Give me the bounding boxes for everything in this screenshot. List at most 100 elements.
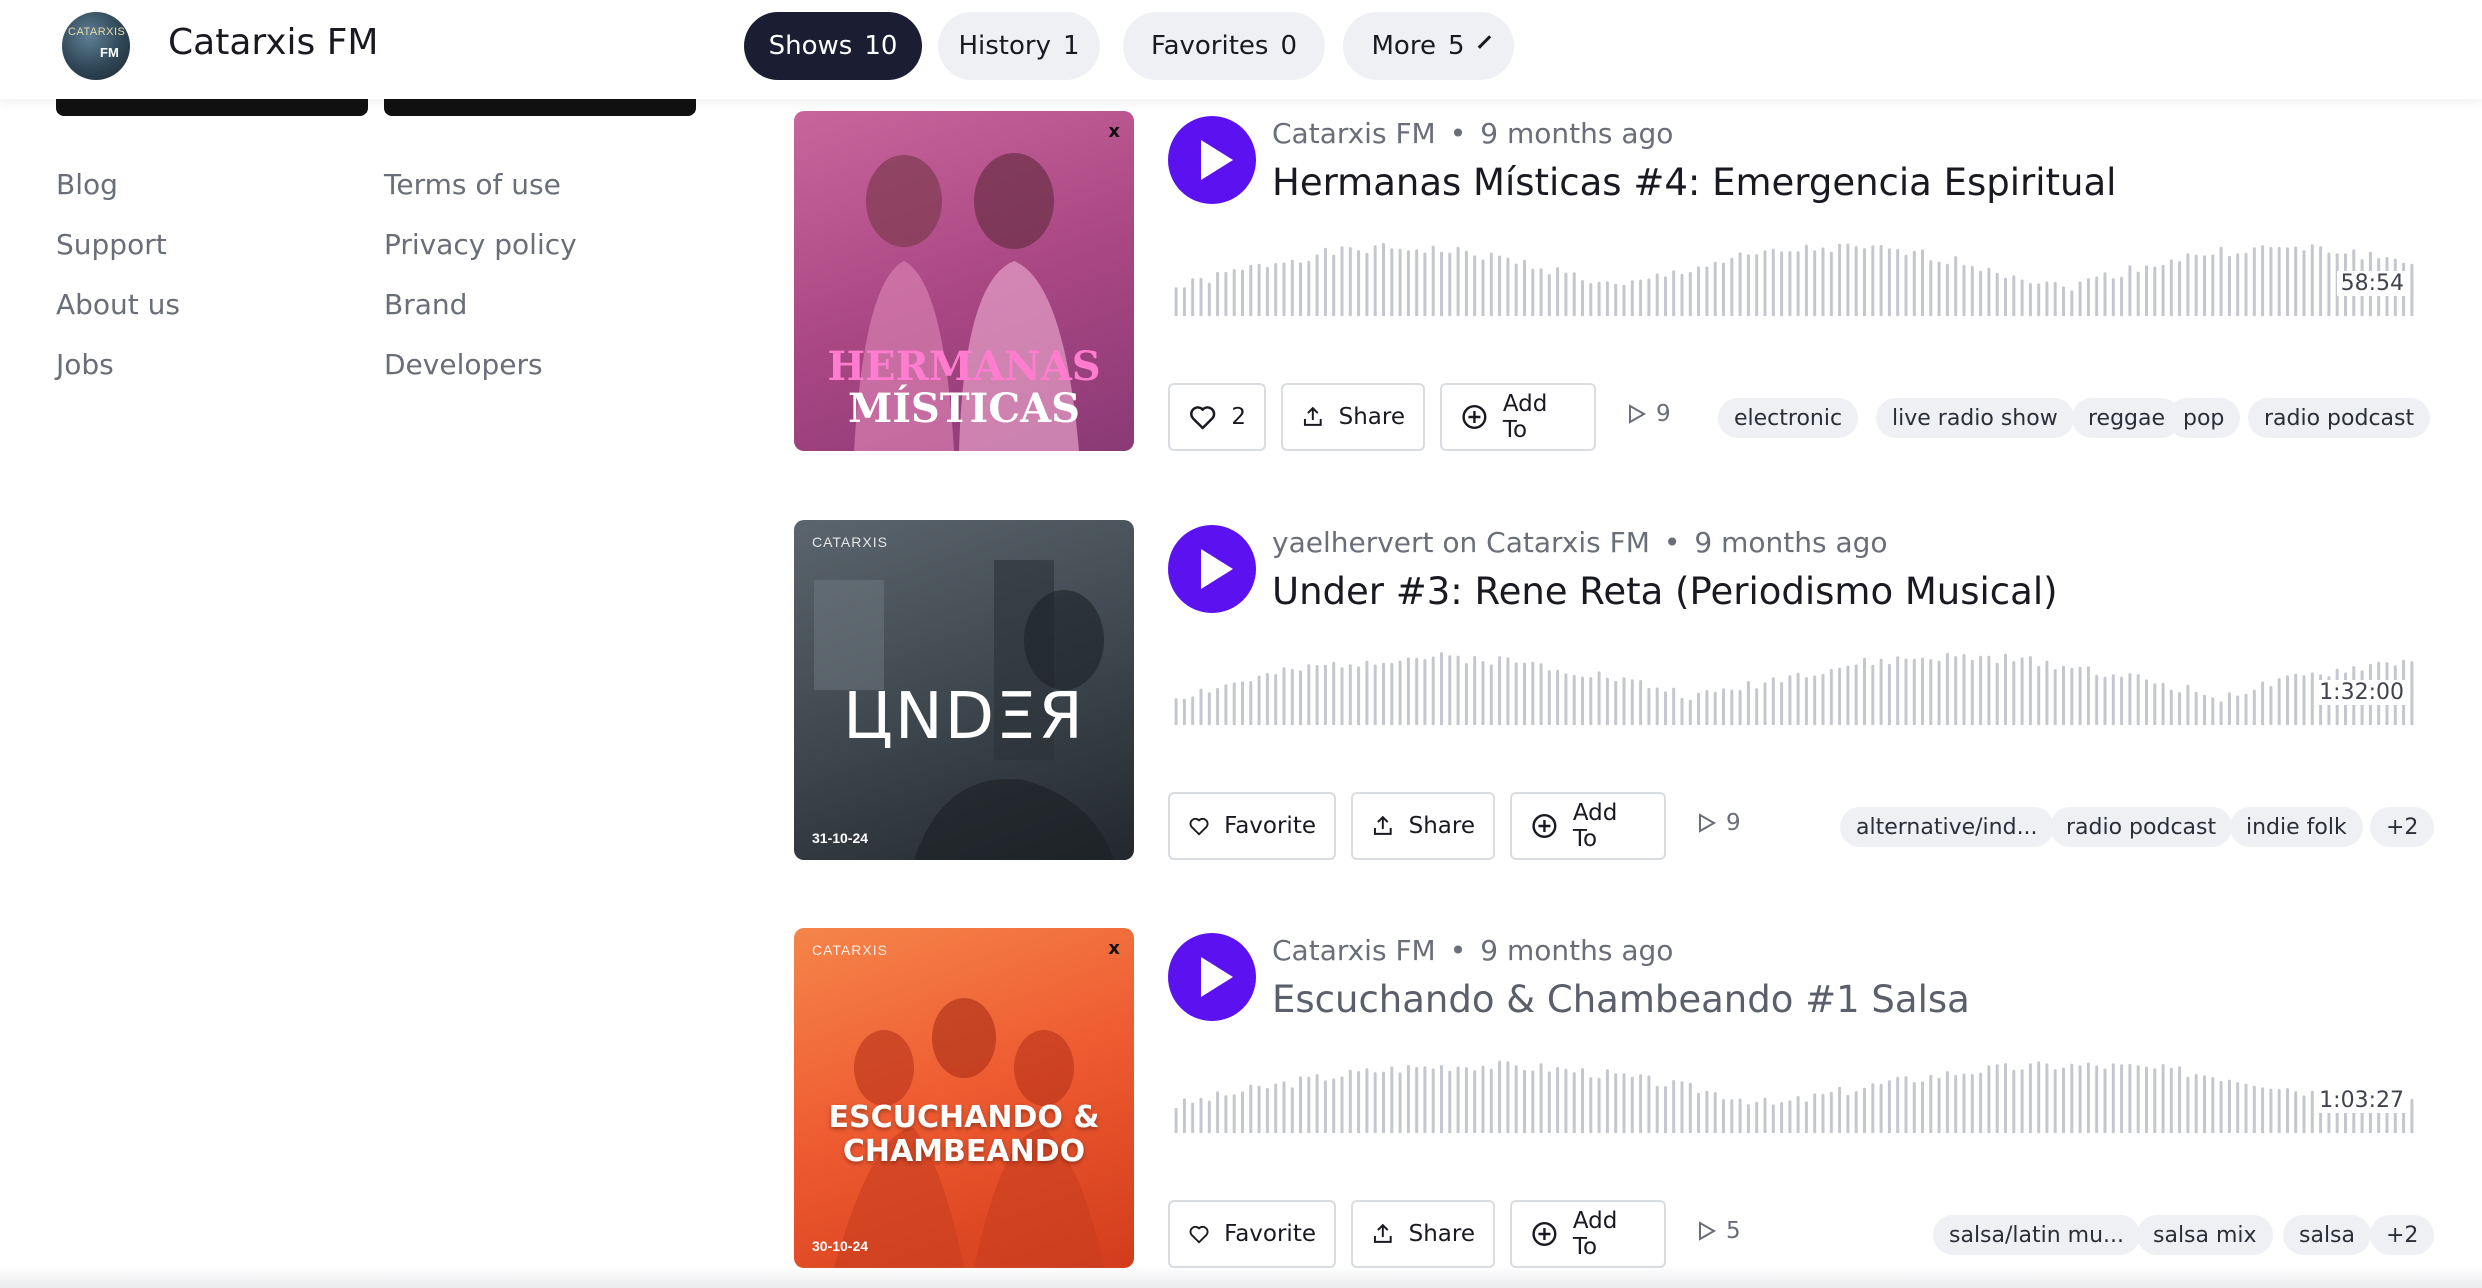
tag[interactable]: indie folk bbox=[2230, 807, 2363, 847]
footer-link-terms[interactable]: Terms of use bbox=[384, 168, 561, 201]
waveform[interactable] bbox=[1172, 640, 2416, 725]
channel-name[interactable]: Catarxis FM bbox=[168, 22, 378, 63]
show-author[interactable]: Catarxis FM bbox=[1272, 117, 1436, 150]
tag[interactable]: salsa/latin mu... bbox=[1933, 1215, 2141, 1255]
play-button[interactable] bbox=[1168, 116, 1256, 204]
heart-icon bbox=[1189, 1225, 1209, 1244]
artwork-brand: CATARXIS bbox=[812, 534, 888, 550]
show-card: x HERMANAS MÍSTICAS Catarxis FM • 9 months… bbox=[790, 111, 2431, 456]
share-label: Share bbox=[1408, 813, 1475, 839]
tag[interactable]: alternative/ind... bbox=[1840, 807, 2054, 847]
tag[interactable]: salsa bbox=[2283, 1215, 2371, 1255]
play-count-value: 5 bbox=[1726, 1218, 1741, 1244]
tag[interactable]: salsa mix bbox=[2137, 1215, 2273, 1255]
tag[interactable]: +2 bbox=[2370, 1215, 2435, 1255]
tag[interactable]: electronic bbox=[1718, 398, 1859, 438]
add-to-label: Add To bbox=[1502, 391, 1548, 443]
tag[interactable]: +2 bbox=[2370, 807, 2435, 847]
bottom-fade bbox=[0, 1266, 2482, 1288]
tab-more-count: 5 bbox=[1447, 31, 1465, 61]
tab-favorites[interactable]: Favorites 0 bbox=[1123, 12, 1325, 80]
play-count: 9 bbox=[1628, 401, 1671, 427]
play-count: 5 bbox=[1698, 1218, 1741, 1244]
share-icon bbox=[1303, 406, 1322, 426]
favorite-button[interactable]: Favorite bbox=[1168, 1200, 1336, 1268]
show-title[interactable]: Hermanas Místicas #4: Emergencia Espirit… bbox=[1272, 161, 2116, 204]
tab-shows-count: 10 bbox=[864, 31, 898, 61]
add-circle-icon bbox=[1532, 813, 1557, 839]
tag[interactable]: radio podcast bbox=[2050, 807, 2233, 847]
artwork-mark: x bbox=[1108, 121, 1120, 142]
show-time: 9 months ago bbox=[1480, 117, 1674, 150]
waveform-bars bbox=[1174, 242, 2414, 316]
footer-link-about-us[interactable]: About us bbox=[56, 288, 180, 321]
footer-link-developers[interactable]: Developers bbox=[384, 348, 543, 381]
show-duration: 58:54 bbox=[2336, 271, 2408, 296]
footer-link-support[interactable]: Support bbox=[56, 228, 167, 261]
add-to-button[interactable]: Add To bbox=[1440, 383, 1596, 451]
tag[interactable]: live radio show bbox=[1876, 398, 2074, 438]
artwork-date: 31-10-24 bbox=[812, 830, 869, 846]
show-author[interactable]: Catarxis FM bbox=[1272, 934, 1436, 967]
favorite-button[interactable]: Favorite bbox=[1168, 792, 1336, 860]
tab-history-count: 1 bbox=[1062, 31, 1080, 61]
show-card: CATARXIS ЦNDΞЯ 31-10-24 yaelhervert on C… bbox=[790, 520, 2435, 865]
heart-icon bbox=[1189, 817, 1209, 836]
play-count-value: 9 bbox=[1726, 810, 1741, 836]
play-button[interactable] bbox=[1168, 525, 1256, 613]
show-time: 9 months ago bbox=[1694, 526, 1888, 559]
show-title[interactable]: Escuchando & Chambeando #1 Salsa bbox=[1272, 978, 1970, 1021]
show-duration: 1:03:27 bbox=[2315, 1088, 2408, 1113]
tab-shows[interactable]: Shows 10 bbox=[744, 12, 922, 80]
share-button[interactable]: Share bbox=[1281, 383, 1425, 451]
artwork-mark: x bbox=[1108, 938, 1120, 959]
tab-more-label: More bbox=[1371, 31, 1436, 61]
artwork-figures bbox=[834, 998, 1104, 1268]
favorite-label: Favorite bbox=[1224, 813, 1316, 839]
play-count-value: 9 bbox=[1656, 401, 1671, 427]
footer-link-privacy[interactable]: Privacy policy bbox=[384, 228, 577, 261]
show-artwork[interactable]: CATARXIS x ESCUCHANDO & CHAMBEANDO 30-10… bbox=[794, 928, 1134, 1268]
tag[interactable]: radio podcast bbox=[2248, 398, 2431, 438]
tab-more[interactable]: More 5 bbox=[1343, 12, 1514, 80]
share-button[interactable]: Share bbox=[1351, 792, 1495, 860]
play-count: 9 bbox=[1698, 810, 1741, 836]
tag[interactable]: pop bbox=[2167, 398, 2241, 438]
show-title[interactable]: Under #3: Rene Reta (Periodismo Musical) bbox=[1272, 570, 2058, 613]
avatar-text-top: CATARXIS bbox=[68, 26, 126, 38]
show-card: CATARXIS x ESCUCHANDO & CHAMBEANDO 30-10… bbox=[790, 928, 2435, 1273]
channel-avatar[interactable]: CATARXIS FM bbox=[62, 12, 130, 80]
footer-link-blog[interactable]: Blog bbox=[56, 168, 118, 201]
tab-favorites-label: Favorites bbox=[1151, 31, 1269, 61]
waveform[interactable] bbox=[1172, 1048, 2416, 1133]
share-icon bbox=[1373, 815, 1392, 835]
add-circle-icon bbox=[1532, 1221, 1557, 1247]
artwork-date: 30-10-24 bbox=[812, 1238, 869, 1254]
artwork-brand: CATARXIS bbox=[812, 942, 888, 958]
show-time: 9 months ago bbox=[1480, 934, 1674, 967]
tab-history[interactable]: History 1 bbox=[938, 12, 1100, 80]
favorite-button[interactable]: 2 bbox=[1168, 383, 1266, 451]
waveform-bars bbox=[1174, 652, 2414, 725]
play-count-icon bbox=[1699, 1221, 1716, 1241]
add-to-button[interactable]: Add To bbox=[1510, 1200, 1666, 1268]
share-button[interactable]: Share bbox=[1351, 1200, 1495, 1268]
waveform[interactable] bbox=[1172, 231, 2416, 316]
footer-link-jobs[interactable]: Jobs bbox=[56, 348, 114, 381]
show-meta: Catarxis FM • 9 months ago bbox=[1272, 117, 1674, 150]
show-author[interactable]: yaelhervert on Catarxis FM bbox=[1272, 526, 1650, 559]
show-artwork[interactable]: CATARXIS ЦNDΞЯ 31-10-24 bbox=[794, 520, 1134, 860]
favorite-count: 2 bbox=[1231, 404, 1246, 430]
play-button[interactable] bbox=[1168, 933, 1256, 1021]
play-count-icon bbox=[1629, 404, 1646, 424]
artwork-title-line2: CHAMBEANDO bbox=[842, 1134, 1086, 1169]
artwork-title-line2: MÍSTICAS bbox=[847, 385, 1081, 432]
add-to-button[interactable]: Add To bbox=[1510, 792, 1666, 860]
add-to-label: Add To bbox=[1572, 1208, 1618, 1260]
show-artwork[interactable]: x HERMANAS MÍSTICAS bbox=[794, 111, 1134, 451]
tab-favorites-count: 0 bbox=[1280, 31, 1297, 61]
footer-link-brand[interactable]: Brand bbox=[384, 288, 467, 321]
tag[interactable]: reggae bbox=[2072, 398, 2182, 438]
artwork-title-line1: ESCUCHANDO & bbox=[828, 1100, 1100, 1135]
show-duration: 1:32:00 bbox=[2315, 680, 2408, 705]
